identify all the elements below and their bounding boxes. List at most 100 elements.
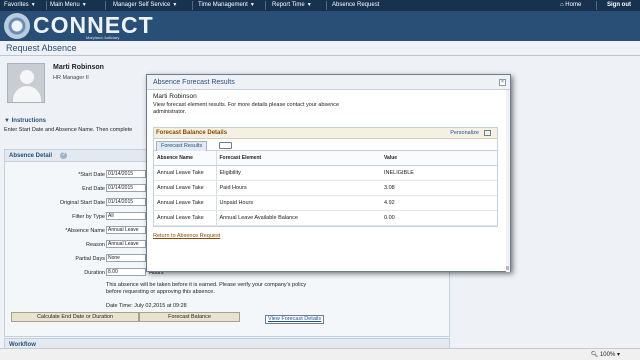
- absence-name-select[interactable]: Annual Leave: [106, 226, 146, 234]
- collapse-triangle-icon: ▼: [4, 118, 10, 124]
- original-start-date-label: Original Start Date: [59, 200, 105, 206]
- favorites-menu[interactable]: Favorites ▼: [4, 2, 36, 8]
- original-start-date-input[interactable]: 01/14/2015: [106, 198, 146, 206]
- absence-detail-title: Absence Detail: [9, 153, 53, 159]
- breadcrumb-manager-self-service[interactable]: Manager Self Service ▼: [113, 2, 177, 8]
- breadcrumb-label: Report Time: [272, 2, 305, 8]
- absence-forecast-modal: Absence Forecast Results × Marti Robinso…: [146, 74, 511, 272]
- title-divider: [0, 55, 640, 56]
- instructions-label: Instructions: [11, 118, 46, 124]
- grid-tabs: Forecast Results: [154, 139, 497, 151]
- connect-logo-icon: [4, 13, 30, 39]
- value-cell: 4.92: [381, 195, 497, 211]
- breadcrumb-report-time[interactable]: Report Time ▼: [272, 2, 312, 8]
- help-icon[interactable]: ?: [60, 152, 67, 159]
- partial-days-label: Partial Days: [75, 256, 105, 262]
- absence-name-label: *Absence Name: [65, 228, 105, 234]
- modal-scrollbar[interactable]: [506, 90, 510, 272]
- table-row: Annual Leave Take Paid Hours 3.08: [154, 180, 497, 196]
- sign-out-link[interactable]: Sign out: [607, 2, 631, 8]
- column-header: Value: [381, 151, 497, 166]
- value-cell: INELIGIBLE: [381, 165, 497, 181]
- nav-divider: [596, 1, 597, 10]
- table-row: Annual Leave Take Eligibility INELIGIBLE: [154, 165, 497, 181]
- absence-name-cell: Annual Leave Take: [154, 165, 217, 181]
- filter-by-type-label: Filter by Type: [72, 214, 105, 220]
- close-icon[interactable]: ×: [499, 79, 506, 86]
- forecast-element-cell: Eligibility: [216, 165, 381, 181]
- zoom-level: 100%: [599, 352, 616, 358]
- reason-label: Reason: [86, 242, 105, 248]
- column-header: Absence Name: [154, 151, 217, 166]
- employee-name: Marti Robinson: [53, 64, 104, 71]
- partial-days-select[interactable]: None: [106, 254, 146, 262]
- top-navigation-bar: Favorites ▼ Main Menu ▼ Manager Self Servi…: [0, 0, 640, 11]
- absence-warning-note: This absence will be taken before it is …: [106, 282, 307, 295]
- end-date-label: End Date: [82, 186, 105, 192]
- show-all-columns-icon[interactable]: [219, 142, 232, 149]
- instructions-text: Enter Start Date and Absence Name. Then …: [4, 127, 133, 133]
- chevron-down-icon: ▼: [81, 2, 87, 8]
- grid-header: Forecast Balance Details Personalize: [154, 128, 497, 139]
- modal-title-bar: Absence Forecast Results ×: [147, 75, 510, 90]
- forecast-element-cell: Paid Hours: [216, 180, 381, 196]
- filter-by-type-select[interactable]: All: [106, 212, 146, 220]
- table-row: Annual Leave Take Unpaid Hours 4.92: [154, 195, 497, 211]
- nav-divider: [265, 1, 266, 10]
- column-header: Forecast Element: [216, 151, 381, 166]
- main-menu-label: Main Menu: [50, 2, 80, 8]
- breadcrumb-absence-request[interactable]: Absence Request: [332, 2, 379, 8]
- nav-divider: [326, 1, 327, 10]
- chevron-down-icon: ▼: [306, 2, 312, 8]
- home-icon: ⌂: [560, 2, 564, 8]
- start-date-label: *Start Date: [78, 172, 105, 178]
- modal-title: Absence Forecast Results: [153, 79, 235, 86]
- value-cell: 0.00: [381, 210, 497, 226]
- forecast-element-cell: Unpaid Hours: [216, 195, 381, 211]
- nav-divider: [46, 1, 47, 10]
- tab-forecast-results[interactable]: Forecast Results: [156, 141, 208, 151]
- absence-name-cell: Annual Leave Take: [154, 195, 217, 211]
- forecast-balance-grid: Forecast Balance Details Personalize For…: [153, 127, 498, 227]
- chevron-down-icon: ▼: [172, 2, 178, 8]
- chevron-down-icon: ▼: [249, 2, 255, 8]
- personalize-link[interactable]: Personalize: [450, 130, 479, 136]
- browser-status-bar: 🔍︎ 100% ▾: [0, 348, 640, 360]
- employee-title: HR Manager II: [53, 75, 89, 81]
- breadcrumb-time-management[interactable]: Time Management ▼: [198, 2, 255, 8]
- home-link[interactable]: ⌂ Home: [560, 2, 581, 8]
- branding-banner: CONNECT Maryland Judiciary: [0, 11, 640, 41]
- grid-title: Forecast Balance Details: [156, 130, 228, 136]
- date-time-stamp: Date Time: July 02,2015 at 09:28: [106, 303, 187, 309]
- view-forecast-details-link[interactable]: View Forecast Details: [265, 315, 325, 324]
- breadcrumb-label: Time Management: [198, 2, 248, 8]
- nav-divider: [192, 1, 193, 10]
- employee-avatar-icon: [7, 63, 45, 103]
- end-date-input[interactable]: 01/14/2015: [106, 184, 146, 192]
- zoom-control[interactable]: 🔍︎ 100% ▾: [591, 351, 620, 358]
- duration-input[interactable]: 8.00: [106, 268, 146, 276]
- forecast-element-cell: Annual Leave Available Balance: [216, 210, 381, 226]
- home-label: Home: [565, 2, 582, 8]
- favorites-label: Favorites: [4, 2, 29, 8]
- forecast-table: Absence Name Forecast Element Value Annu…: [154, 151, 497, 226]
- absence-name-cell: Annual Leave Take: [154, 180, 217, 196]
- reason-select[interactable]: Annual Leave: [106, 240, 146, 248]
- value-cell: 3.08: [381, 180, 497, 196]
- breadcrumb-label: Manager Self Service: [113, 2, 171, 8]
- calculate-end-date-button[interactable]: Calculate End Date or Duration: [11, 312, 139, 322]
- table-row: Annual Leave Take Annual Leave Available…: [154, 210, 497, 226]
- page-title: Request Absence: [6, 43, 77, 53]
- resize-handle-icon[interactable]: [506, 266, 509, 270]
- zoom-icon: 🔍︎: [590, 352, 599, 358]
- absence-name-cell: Annual Leave Take: [154, 210, 217, 226]
- start-date-input[interactable]: 01/14/2015: [106, 170, 146, 178]
- nav-divider: [105, 1, 106, 10]
- forecast-balance-button[interactable]: Forecast Balance: [139, 312, 240, 322]
- return-to-absence-request-link[interactable]: Return to Absence Request: [153, 233, 220, 239]
- chevron-down-icon: ▼: [30, 2, 36, 8]
- grid-view-icon[interactable]: [484, 130, 491, 136]
- modal-employee-name: Marti Robinson: [153, 93, 197, 100]
- modal-description: View forecast element results. For more …: [153, 102, 340, 115]
- main-menu[interactable]: Main Menu ▼: [50, 2, 87, 8]
